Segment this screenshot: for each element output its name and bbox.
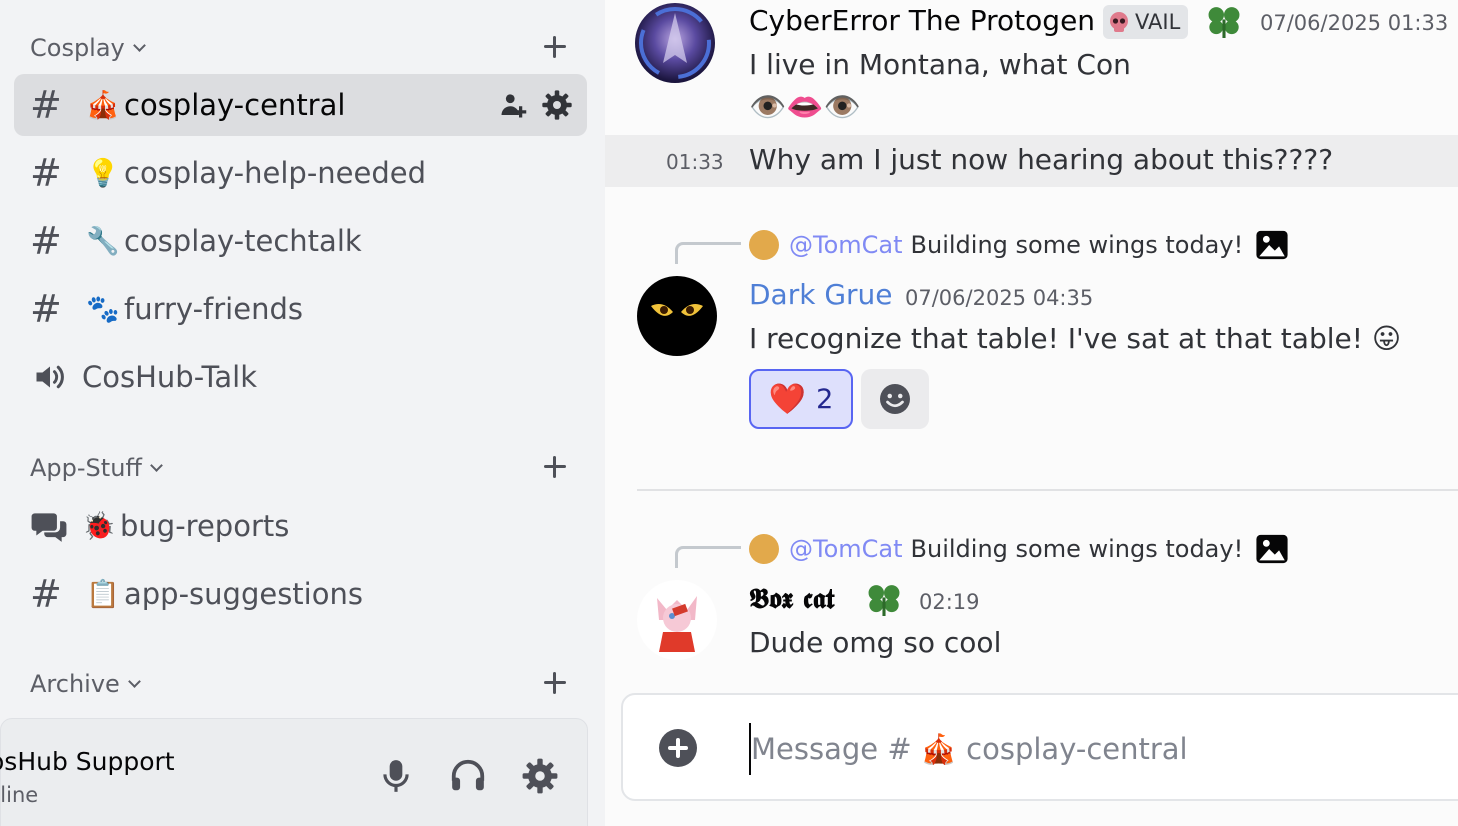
gear-icon[interactable] (541, 89, 573, 121)
tomcat-mini-avatar (749, 230, 779, 260)
reply-connector (675, 546, 741, 568)
message-timestamp: 01:33 (666, 150, 724, 174)
box-cat-avatar[interactable] (637, 580, 717, 660)
clipboard-emoji: 📋 (86, 579, 120, 610)
tomcat-mini-avatar (749, 534, 779, 564)
reply-preview[interactable]: @TomCat Building some wings today! (749, 229, 1289, 261)
message-divider (637, 489, 1458, 491)
message-text: Why am I just now hearing about this???? (749, 143, 1334, 176)
invite-people-icon[interactable] (499, 90, 529, 120)
reply-preview[interactable]: @TomCat Building some wings today! (749, 533, 1289, 565)
wrench-emoji: 🔧 (86, 226, 120, 257)
channel-furry-friends[interactable]: # 🐾 furry-friends (14, 278, 587, 340)
clover-badge-icon (1208, 7, 1240, 38)
headphones-icon[interactable] (449, 757, 487, 795)
add-reaction-button[interactable] (861, 369, 929, 429)
add-attachment-plus-icon[interactable] (659, 729, 697, 767)
create-channel-plus-icon[interactable] (540, 32, 570, 62)
create-channel-plus-icon[interactable] (540, 668, 570, 698)
category-cosplay[interactable]: Cosplay (30, 28, 146, 68)
server-tag-label: VAIL (1135, 10, 1181, 34)
hash-icon: # (30, 572, 62, 616)
chat-area: CyberError The Protogen VAIL 07/06/2025 … (605, 0, 1458, 826)
light-bulb-emoji: 💡 (86, 158, 120, 189)
category-label: Cosplay (30, 34, 125, 62)
category-archive[interactable]: Archive (30, 664, 141, 704)
create-channel-plus-icon[interactable] (540, 452, 570, 482)
channel-app-suggestions[interactable]: # 📋 app-suggestions (14, 563, 587, 625)
smiley-icon (880, 384, 910, 414)
hash-icon: # (30, 151, 62, 195)
heart-reaction-button[interactable]: ❤️ 2 (749, 369, 853, 429)
channel-label: furry-friends (124, 292, 303, 326)
hash-icon: # (30, 219, 62, 263)
user-status: nline (0, 783, 39, 807)
chevron-down-icon (127, 674, 141, 688)
message-text: I live in Montana, what Con (749, 48, 1131, 81)
channel-sidebar: Cosplay # 🎪 cosplay-central # 💡 cosplay-… (0, 0, 605, 826)
dark-grue-avatar[interactable] (637, 276, 717, 356)
reply-mention[interactable]: @TomCat (789, 231, 903, 259)
message-input[interactable] (749, 723, 1349, 775)
channel-bug-reports[interactable]: 🐞 bug-reports (14, 495, 587, 557)
server-tag: VAIL (1103, 5, 1189, 39)
author-name[interactable]: 𝕭𝖔𝖝 𝖈𝖆𝖙 (749, 582, 834, 616)
paw-prints-emoji: 🐾 (86, 294, 120, 325)
category-app-stuff[interactable]: App-Stuff (30, 448, 163, 488)
image-icon (1256, 230, 1288, 260)
channel-cosplay-help-needed[interactable]: # 💡 cosplay-help-needed (14, 142, 587, 204)
reply-mention[interactable]: @TomCat (789, 535, 903, 563)
channel-cosplay-techtalk[interactable]: # 🔧 cosplay-techtalk (14, 210, 587, 272)
clover-badge-icon (868, 585, 900, 616)
channel-label: cosplay-help-needed (124, 156, 427, 190)
message-composer (621, 693, 1458, 801)
eyes-lips-emoji: 👁️👄👁️ (749, 90, 862, 125)
speaker-icon (36, 365, 64, 389)
user-panel: osHub Support nline (0, 718, 588, 826)
reply-connector (675, 242, 741, 264)
channel-label: CosHub-Talk (82, 360, 258, 394)
channel-label: bug-reports (120, 509, 290, 543)
message-timestamp: 07/06/2025 04:35 (905, 286, 1094, 310)
image-icon (1256, 534, 1288, 564)
user-settings-gear-icon[interactable] (521, 757, 559, 795)
category-label: Archive (30, 670, 120, 698)
author-name[interactable]: CyberError The Protogen (749, 4, 1095, 37)
hash-icon: # (30, 287, 62, 331)
hash-icon: # (30, 83, 62, 127)
message-text: Dude omg so cool (749, 626, 1002, 659)
chevron-down-icon (150, 458, 163, 472)
message-timestamp: 07/06/2025 01:33 (1260, 11, 1449, 35)
reaction-count: 2 (816, 383, 834, 415)
heart-emoji: ❤️ (768, 381, 807, 417)
channel-label: cosplay-central (124, 88, 346, 122)
channel-label: app-suggestions (124, 577, 363, 611)
message-timestamp: 02:19 (919, 590, 980, 614)
circus-tent-emoji: 🎪 (86, 90, 120, 121)
author-name[interactable]: Dark Grue (749, 278, 893, 311)
channel-cosplay-central[interactable]: # 🎪 cosplay-central (14, 74, 587, 136)
lady-beetle-emoji: 🐞 (82, 511, 116, 542)
cyber-error-avatar[interactable] (635, 3, 715, 83)
reply-text: Building some wings today! (910, 535, 1244, 563)
message-text: I recognize that table! I've sat at that… (749, 322, 1402, 355)
microphone-icon[interactable] (377, 757, 415, 795)
user-name[interactable]: osHub Support (0, 747, 175, 776)
channel-label: cosplay-techtalk (124, 224, 362, 258)
chevron-down-icon (132, 38, 146, 52)
category-label: App-Stuff (30, 454, 142, 482)
skull-icon (1110, 12, 1128, 32)
reply-text: Building some wings today! (910, 231, 1244, 259)
channel-coshub-talk[interactable]: CosHub-Talk (14, 346, 587, 408)
forum-icon (31, 513, 67, 542)
